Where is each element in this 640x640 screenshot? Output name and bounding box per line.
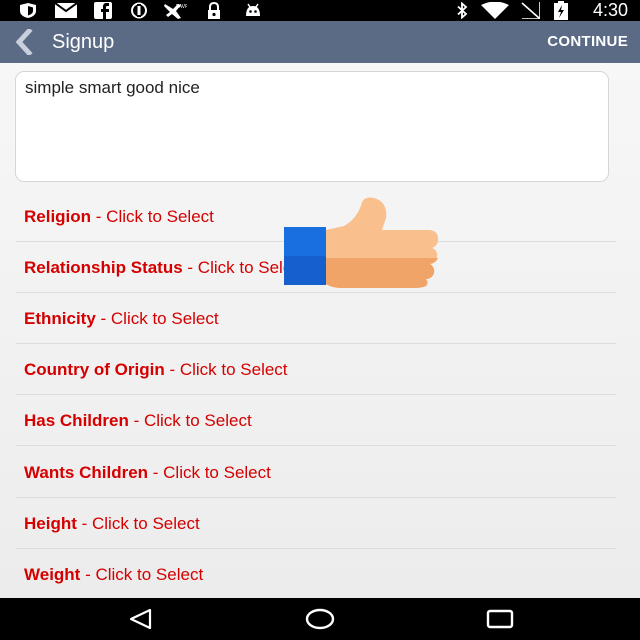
signup-form: simple smart good nice Religion - Click … <box>0 63 640 598</box>
field-label: Height <box>24 514 77 533</box>
field-action: - Click to Select <box>91 207 214 226</box>
has-children-select-row[interactable]: Has Children - Click to Select <box>16 395 616 446</box>
status-bar: FAVP 4:30 <box>0 0 640 21</box>
shield-icon <box>17 2 39 19</box>
no-signal-icon <box>518 2 542 19</box>
status-time: 4:30 <box>592 0 628 20</box>
thumbs-up-icon[interactable] <box>282 196 442 290</box>
mail-icon <box>54 2 78 19</box>
sync-icon <box>128 2 150 19</box>
wants-children-select-row[interactable]: Wants Children - Click to Select <box>16 447 616 498</box>
field-label: Has Children <box>24 411 129 430</box>
home-circle-icon[interactable] <box>300 604 340 634</box>
field-label: Religion <box>24 207 92 226</box>
back-button[interactable] <box>8 27 40 57</box>
back-triangle-icon[interactable] <box>120 604 160 634</box>
svg-text:FAVP: FAVP <box>176 4 187 10</box>
android-icon <box>242 2 264 19</box>
field-label: Country of Origin <box>24 360 165 379</box>
recents-square-icon[interactable] <box>480 604 520 634</box>
ethnicity-select-row[interactable]: Ethnicity - Click to Select <box>16 293 616 344</box>
field-action: - Click to Select <box>80 565 204 584</box>
field-action: - Click to Select <box>95 309 219 328</box>
field-action: - Click to Select <box>76 514 200 533</box>
airplane-icon: FAVP <box>162 2 188 19</box>
field-label: Weight <box>24 565 81 584</box>
height-select-row[interactable]: Height - Click to Select <box>16 498 616 549</box>
field-action: - Click to Select <box>148 463 271 482</box>
navigation-bar <box>0 598 640 640</box>
weight-select-row[interactable]: Weight - Click to Select <box>16 549 616 600</box>
bluetooth-icon <box>452 2 472 19</box>
chevron-left-icon <box>15 29 33 55</box>
field-action: - Click to Select <box>128 411 252 430</box>
page-title: Signup <box>52 31 115 53</box>
lock-icon <box>204 2 224 19</box>
field-action: - Click to Select <box>164 360 288 379</box>
field-label: Wants Children <box>24 463 149 482</box>
facebook-icon <box>92 2 114 19</box>
field-label: Ethnicity <box>24 309 96 328</box>
bio-textarea[interactable]: simple smart good nice <box>15 71 609 182</box>
field-label: Relationship Status <box>24 258 183 277</box>
continue-button[interactable]: CONTINUE <box>547 21 628 63</box>
action-bar: Signup CONTINUE <box>0 21 640 63</box>
wifi-icon <box>480 2 510 19</box>
battery-icon <box>552 1 570 20</box>
country-of-origin-select-row[interactable]: Country of Origin - Click to Select <box>16 344 616 395</box>
